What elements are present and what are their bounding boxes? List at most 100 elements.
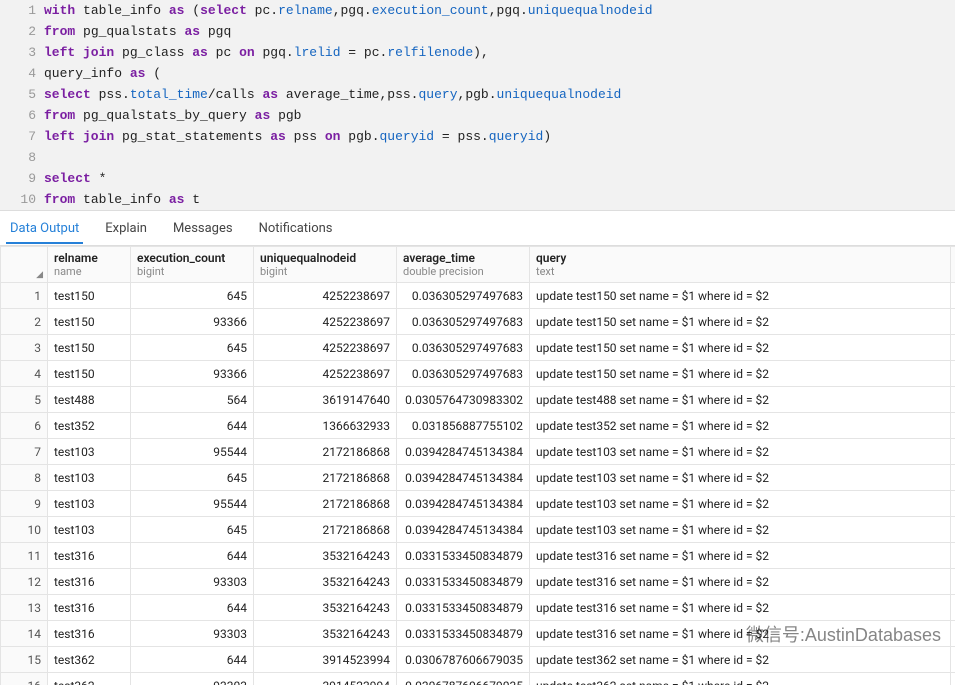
row-number[interactable]: 11 (1, 543, 48, 569)
cell-uniquequalnodeid[interactable]: 3619147640 (254, 387, 397, 413)
table-row[interactable]: 10test10364521721868680.0394284745134384… (1, 517, 955, 543)
row-number[interactable]: 14 (1, 621, 48, 647)
tab-messages[interactable]: Messages (169, 213, 237, 244)
tab-data-output[interactable]: Data Output (6, 213, 83, 244)
cell-uni[interactable] (951, 595, 955, 621)
cell-relname[interactable]: test362 (48, 647, 131, 673)
cell-relname[interactable]: test352 (48, 413, 131, 439)
cell-query[interactable]: update test103 set name = $1 where id = … (530, 439, 951, 465)
cell-average_time[interactable]: 0.0331533450834879 (397, 595, 530, 621)
cell-relname[interactable]: test316 (48, 595, 131, 621)
cell-relname[interactable]: test362 (48, 673, 131, 685)
cell-query[interactable]: update test316 set name = $1 where id = … (530, 543, 951, 569)
cell-average_time[interactable]: 0.036305297497683 (397, 283, 530, 309)
cell-query[interactable]: update test316 set name = $1 where id = … (530, 621, 951, 647)
editor-line[interactable]: 2from pg_qualstats as pgq (0, 21, 955, 42)
cell-average_time[interactable]: 0.0331533450834879 (397, 543, 530, 569)
cell-average_time[interactable]: 0.0394284745134384 (397, 517, 530, 543)
row-number[interactable]: 6 (1, 413, 48, 439)
cell-uniquequalnodeid[interactable]: 2172186868 (254, 517, 397, 543)
table-row[interactable]: 4test1509336642522386970.036305297497683… (1, 361, 955, 387)
cell-query[interactable]: update test150 set name = $1 where id = … (530, 335, 951, 361)
editor-line[interactable]: 10from table_info as t (0, 189, 955, 210)
cell-relname[interactable]: test103 (48, 465, 131, 491)
cell-execution_count[interactable]: 644 (131, 413, 254, 439)
cell-execution_count[interactable]: 564 (131, 387, 254, 413)
editor-line[interactable]: 5select pss.total_time/calls as average_… (0, 84, 955, 105)
table-row[interactable]: 14test3169330335321642430.03315334508348… (1, 621, 955, 647)
table-row[interactable]: 1test15064542522386970.036305297497683up… (1, 283, 955, 309)
cell-uniquequalnodeid[interactable]: 3914523994 (254, 673, 397, 685)
column-header-relname[interactable]: relnamename (48, 247, 131, 283)
cell-uniquequalnodeid[interactable]: 2172186868 (254, 439, 397, 465)
code-line[interactable]: from table_info as t (44, 189, 955, 210)
cell-execution_count[interactable]: 95544 (131, 439, 254, 465)
cell-uniquequalnodeid[interactable]: 3532164243 (254, 621, 397, 647)
cell-relname[interactable]: test103 (48, 517, 131, 543)
table-row[interactable]: 2test1509336642522386970.036305297497683… (1, 309, 955, 335)
row-number[interactable]: 1 (1, 283, 48, 309)
column-header-uniquequalnodeid[interactable]: uniquequalnodeidbigint (254, 247, 397, 283)
column-header-query[interactable]: querytext (530, 247, 951, 283)
cell-execution_count[interactable]: 93366 (131, 361, 254, 387)
row-number[interactable]: 10 (1, 517, 48, 543)
cell-uni[interactable] (951, 647, 955, 673)
cell-average_time[interactable]: 0.031856887755102 (397, 413, 530, 439)
cell-execution_count[interactable]: 645 (131, 517, 254, 543)
editor-line[interactable]: 6from pg_qualstats_by_query as pgb (0, 105, 955, 126)
tab-explain[interactable]: Explain (101, 213, 151, 244)
cell-average_time[interactable]: 0.0306787606679035 (397, 673, 530, 685)
cell-execution_count[interactable]: 93366 (131, 309, 254, 335)
cell-relname[interactable]: test488 (48, 387, 131, 413)
cell-relname[interactable]: test150 (48, 361, 131, 387)
code-line[interactable]: with table_info as (select pc.relname,pg… (44, 0, 955, 21)
cell-average_time[interactable]: 0.0394284745134384 (397, 465, 530, 491)
cell-uni[interactable] (951, 361, 955, 387)
cell-execution_count[interactable]: 93303 (131, 673, 254, 685)
editor-line[interactable]: 1with table_info as (select pc.relname,p… (0, 0, 955, 21)
row-number[interactable]: 7 (1, 439, 48, 465)
row-number[interactable]: 2 (1, 309, 48, 335)
cell-relname[interactable]: test316 (48, 569, 131, 595)
result-grid[interactable]: relnamenameexecution_countbigintuniquequ… (0, 246, 955, 685)
row-number[interactable]: 16 (1, 673, 48, 685)
table-row[interactable]: 16test3629330339145239940.03067876066790… (1, 673, 955, 685)
cell-uniquequalnodeid[interactable]: 3914523994 (254, 647, 397, 673)
cell-query[interactable]: update test103 set name = $1 where id = … (530, 517, 951, 543)
cell-execution_count[interactable]: 93303 (131, 621, 254, 647)
code-line[interactable]: left join pg_stat_statements as pss on p… (44, 126, 955, 147)
cell-uniquequalnodeid[interactable]: 3532164243 (254, 595, 397, 621)
cell-uni[interactable] (951, 517, 955, 543)
row-number[interactable]: 9 (1, 491, 48, 517)
cell-average_time[interactable]: 0.0394284745134384 (397, 439, 530, 465)
cell-query[interactable]: update test150 set name = $1 where id = … (530, 309, 951, 335)
cell-average_time[interactable]: 0.0305764730983302 (397, 387, 530, 413)
editor-line[interactable]: 9select * (0, 168, 955, 189)
cell-execution_count[interactable]: 644 (131, 647, 254, 673)
cell-uniquequalnodeid[interactable]: 4252238697 (254, 335, 397, 361)
cell-query[interactable]: update test316 set name = $1 where id = … (530, 569, 951, 595)
table-row[interactable]: 12test3169330335321642430.03315334508348… (1, 569, 955, 595)
cell-query[interactable]: update test352 set name = $1 where id = … (530, 413, 951, 439)
table-row[interactable]: 15test36264439145239940.0306787606679035… (1, 647, 955, 673)
column-header-uni[interactable]: unibig (951, 247, 955, 283)
cell-execution_count[interactable]: 645 (131, 335, 254, 361)
cell-uni[interactable] (951, 387, 955, 413)
cell-average_time[interactable]: 0.036305297497683 (397, 335, 530, 361)
sql-editor[interactable]: 1with table_info as (select pc.relname,p… (0, 0, 955, 211)
table-row[interactable]: 9test1039554421721868680.039428474513438… (1, 491, 955, 517)
cell-uni[interactable] (951, 621, 955, 647)
cell-average_time[interactable]: 0.036305297497683 (397, 309, 530, 335)
cell-uni[interactable] (951, 465, 955, 491)
cell-execution_count[interactable]: 644 (131, 543, 254, 569)
code-line[interactable]: select pss.total_time/calls as average_t… (44, 84, 955, 105)
editor-line[interactable]: 4query_info as ( (0, 63, 955, 84)
cell-uniquequalnodeid[interactable]: 3532164243 (254, 569, 397, 595)
cell-execution_count[interactable]: 644 (131, 595, 254, 621)
row-number[interactable]: 8 (1, 465, 48, 491)
editor-line[interactable]: 7left join pg_stat_statements as pss on … (0, 126, 955, 147)
table-row[interactable]: 6test35264413666329330.031856887755102up… (1, 413, 955, 439)
code-line[interactable]: from pg_qualstats_by_query as pgb (44, 105, 955, 126)
cell-average_time[interactable]: 0.0331533450834879 (397, 621, 530, 647)
cell-relname[interactable]: test150 (48, 335, 131, 361)
